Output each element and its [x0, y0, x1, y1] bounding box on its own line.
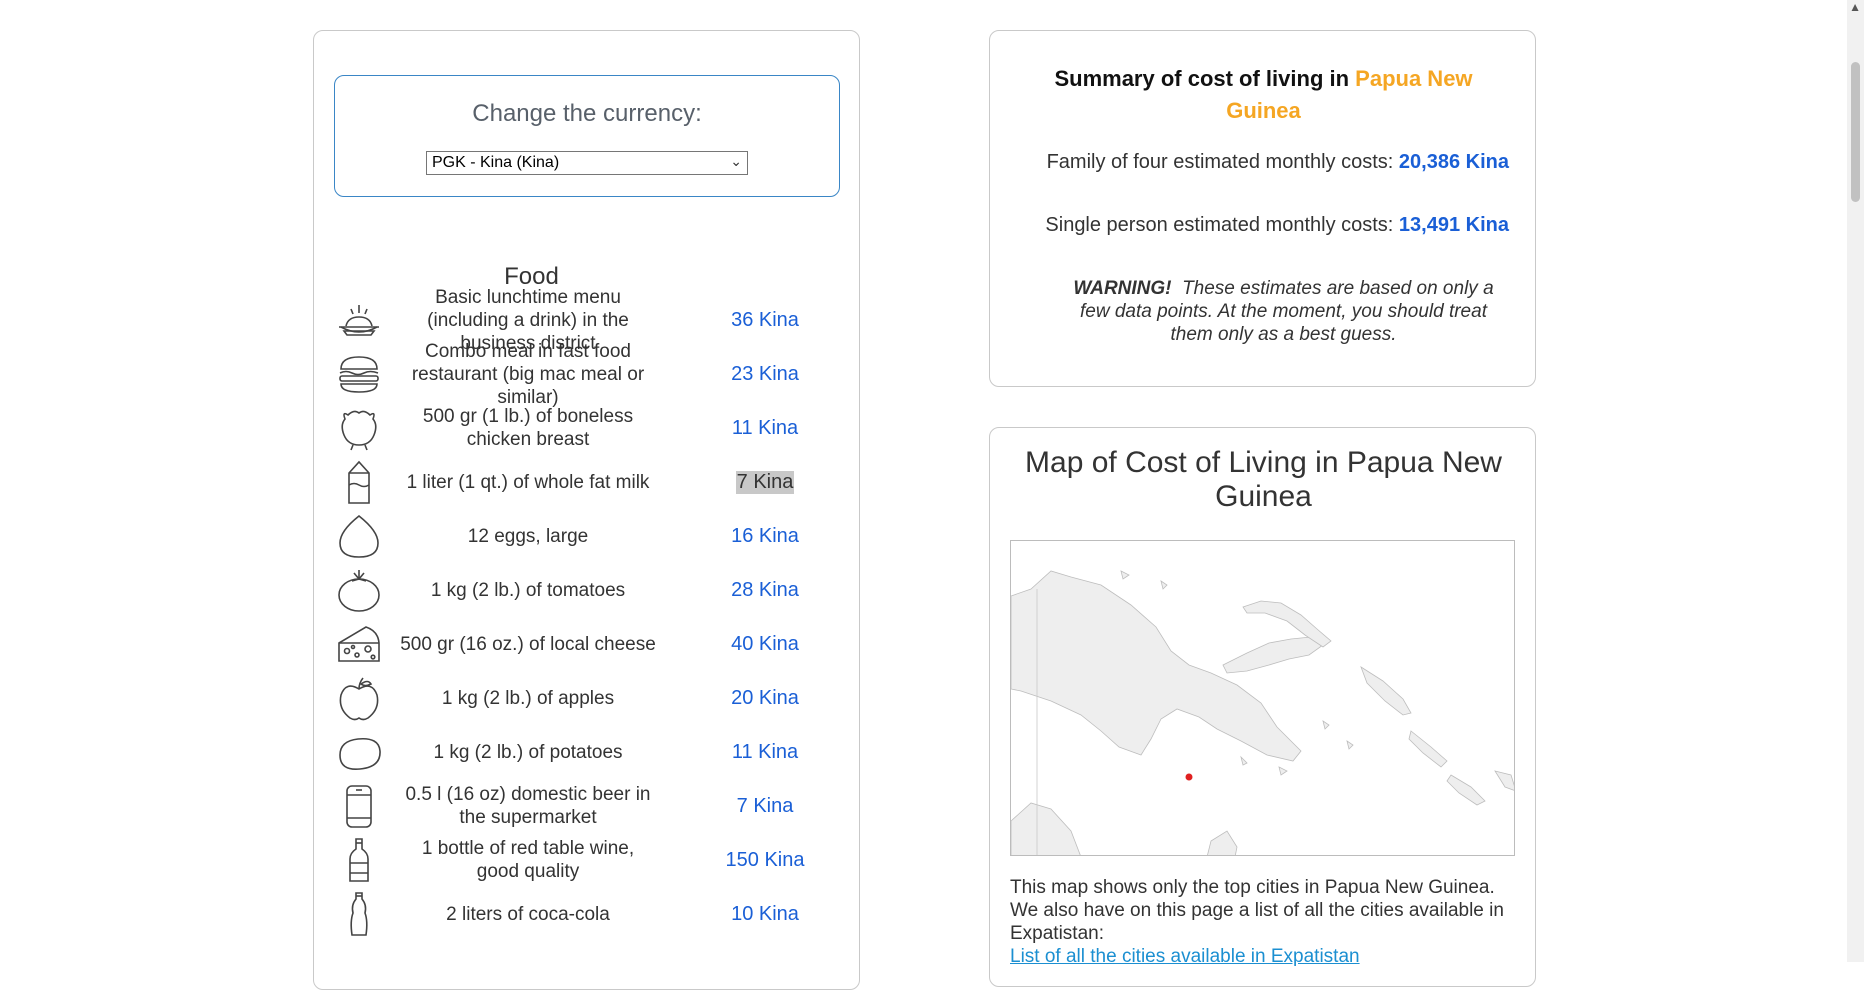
list-item: Combo meal in fast food restaurant (big …	[334, 340, 840, 408]
family-cost-amount: 20,386 Kina	[1398, 151, 1509, 173]
item-label: 500 gr (1 lb.) of boneless chicken breas…	[422, 406, 634, 450]
solomon-island-a	[1360, 666, 1412, 716]
city-marker	[1185, 773, 1193, 781]
islet-4	[1120, 570, 1130, 580]
item-price[interactable]: 150 Kina	[720, 833, 810, 887]
list-item: 12 eggs, large 16 Kina	[334, 509, 840, 563]
scroll-thumb[interactable]	[1851, 62, 1860, 202]
solomon-island-b	[1408, 730, 1448, 768]
item-label: 1 kg (2 lb.) of potatoes	[433, 741, 623, 763]
apple-icon	[336, 675, 382, 721]
map-canvas	[1011, 570, 1514, 855]
egg-icon	[336, 513, 382, 559]
single-cost-label: Single person estimated monthly costs:	[1045, 214, 1394, 236]
list-item: 1 kg (2 lb.) of apples 20 Kina	[334, 671, 840, 725]
list-item: 1 liter (1 qt.) of whole fat milk 7 Kina	[334, 455, 840, 509]
list-item: 500 gr (1 lb.) of boneless chicken breas…	[334, 401, 840, 455]
family-cost-label: Family of four estimated monthly costs:	[1046, 151, 1394, 173]
single-cost-amount: 13,491 Kina	[1398, 214, 1509, 236]
islet-3	[1322, 720, 1330, 730]
list-item: 1 kg (2 lb.) of tomatoes 28 Kina	[334, 563, 840, 617]
australia-coast	[1011, 802, 1081, 855]
new-britain-island	[1222, 636, 1324, 674]
item-label: Combo meal in fast food restaurant (big …	[411, 340, 645, 408]
map-title: Map of Cost of Living in Papua New Guine…	[1025, 446, 1502, 513]
chevron-down-icon: ⌄	[730, 153, 742, 169]
summary-title: Summary of cost of living in Papua New G…	[1030, 63, 1497, 127]
item-price[interactable]: 28 Kina	[720, 563, 810, 617]
all-cities-link[interactable]: List of all the cities available in Expa…	[1010, 946, 1360, 968]
scroll-up-arrow-icon[interactable]: ▲	[1849, 0, 1861, 14]
cost-list-panel: Change the currency: PGK - Kina (Kina) ⌄…	[313, 30, 860, 990]
item-label: 1 kg (2 lb.) of tomatoes	[430, 579, 626, 601]
item-price[interactable]: 11 Kina	[720, 401, 810, 455]
list-item: 0.5 l (16 oz) domestic beer in the super…	[334, 779, 840, 833]
item-label: 0.5 l (16 oz) domestic beer in the super…	[405, 784, 651, 828]
list-item: 1 bottle of red table wine, good quality…	[334, 833, 840, 887]
cola-bottle-icon	[336, 891, 382, 937]
warning-note: WARNING! These estimates are based on on…	[1060, 277, 1507, 346]
item-price[interactable]: 16 Kina	[720, 509, 810, 563]
item-label: 12 eggs, large	[467, 525, 589, 547]
islet-2	[1278, 766, 1288, 776]
solomon-island-c	[1446, 774, 1486, 806]
item-price[interactable]: 10 Kina	[720, 887, 810, 941]
map-description: This map shows only the top cities in Pa…	[1010, 877, 1504, 944]
family-cost-line: Family of four estimated monthly costs: …	[1047, 151, 1509, 174]
burger-icon	[336, 351, 382, 397]
single-cost-line: Single person estimated monthly costs: 1…	[1045, 214, 1509, 237]
list-item: 2 liters of coca-cola 10 Kina	[334, 887, 840, 941]
cheese-icon	[336, 621, 382, 667]
item-price[interactable]: 36 Kina	[720, 293, 810, 347]
item-label: 1 bottle of red table wine, good quality	[421, 838, 635, 882]
milk-carton-icon	[336, 459, 382, 505]
list-item: 1 kg (2 lb.) of potatoes 11 Kina	[334, 725, 840, 779]
item-price[interactable]: 40 Kina	[720, 617, 810, 671]
cost-map[interactable]	[1010, 540, 1515, 856]
warning-label: WARNING!	[1073, 278, 1172, 299]
currency-box: Change the currency: PGK - Kina (Kina) ⌄	[334, 75, 840, 197]
currency-select-value: PGK - Kina (Kina)	[432, 154, 560, 171]
item-label: 2 liters of coca-cola	[446, 903, 610, 925]
map-panel: Map of Cost of Living in Papua New Guine…	[989, 427, 1536, 987]
currency-title: Change the currency:	[472, 100, 702, 127]
islet-5	[1160, 580, 1168, 590]
chicken-icon	[336, 405, 382, 451]
tomato-icon	[336, 567, 382, 613]
item-label: 1 kg (2 lb.) of apples	[441, 687, 615, 709]
summary-title-prefix: Summary of cost of living in	[1054, 66, 1350, 91]
beer-can-icon	[336, 783, 382, 829]
list-item: 500 gr (16 oz.) of local cheese 40 Kina	[334, 617, 840, 671]
item-price[interactable]: 23 Kina	[720, 347, 810, 401]
vanuatu-fragment	[1494, 770, 1514, 791]
potato-icon	[336, 729, 382, 775]
item-label: 1 liter (1 qt.) of whole fat milk	[406, 471, 650, 493]
item-price[interactable]: 20 Kina	[720, 671, 810, 725]
lunch-plate-icon	[336, 297, 382, 343]
wine-bottle-icon	[336, 837, 382, 883]
page-scrollbar[interactable]: ▲	[1847, 0, 1864, 962]
currency-select[interactable]: PGK - Kina (Kina) ⌄	[426, 151, 748, 175]
item-label: 500 gr (16 oz.) of local cheese	[400, 633, 656, 655]
item-price[interactable]: 11 Kina	[720, 725, 810, 779]
item-price[interactable]: 7 Kina	[720, 779, 810, 833]
item-price[interactable]: 7 Kina	[720, 455, 810, 509]
summary-panel: Summary of cost of living in Papua New G…	[989, 30, 1536, 387]
islet-1	[1240, 755, 1248, 766]
cape-york	[1207, 830, 1238, 855]
islet-6	[1346, 740, 1354, 750]
